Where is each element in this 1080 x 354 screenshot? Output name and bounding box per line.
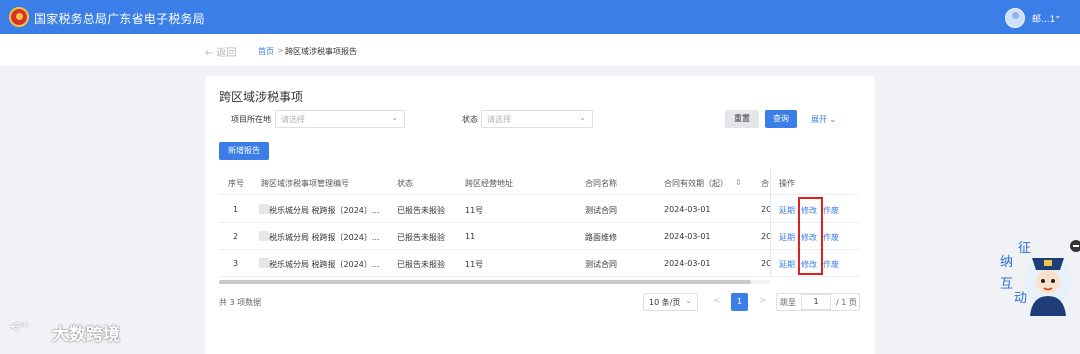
redacted-block bbox=[259, 204, 269, 214]
redacted-block bbox=[259, 231, 269, 241]
watermark-logo-icon: ᗕ⁰⁰ bbox=[10, 320, 29, 334]
row-address: 11号 bbox=[465, 206, 484, 215]
row-index: 3 bbox=[233, 259, 239, 268]
mascot-char: 纳 bbox=[1000, 255, 1013, 270]
row-index: 1 bbox=[233, 205, 239, 214]
prev-page-icon[interactable]: < bbox=[713, 296, 721, 306]
page-size-select[interactable]: 10 条/页 ⌄ bbox=[643, 293, 698, 311]
jump-label: 跳至 bbox=[780, 298, 796, 307]
user-name[interactable]: 邮...1 bbox=[1032, 12, 1055, 25]
total-count: 共 3 项数据 bbox=[219, 298, 262, 307]
row-divider bbox=[219, 276, 860, 277]
expand-filters-link[interactable]: 展开 ⌄ bbox=[811, 114, 836, 125]
row-divider bbox=[219, 249, 860, 250]
row-code: 税乐城分局 税跨报〔2024〕... bbox=[269, 233, 380, 242]
column-header-status: 状态 bbox=[397, 179, 413, 188]
page-number-current[interactable]: 1 bbox=[731, 293, 748, 311]
back-link[interactable]: ← 返回 bbox=[205, 44, 237, 59]
tax-bureau-logo bbox=[9, 7, 29, 27]
total-pages: / 1 页 bbox=[836, 298, 857, 307]
modify-column-highlight bbox=[798, 197, 823, 275]
column-header-contract-name: 合同名称 bbox=[585, 179, 617, 188]
row-status: 已报告未报验 bbox=[397, 233, 445, 242]
close-icon[interactable] bbox=[1070, 240, 1080, 252]
mascot-char: 互 bbox=[1000, 277, 1013, 292]
row-divider bbox=[219, 194, 860, 195]
column-header-validity-end: 合 bbox=[761, 179, 769, 188]
status-select[interactable]: 请选择 ⌄ bbox=[481, 110, 593, 128]
breadcrumb-home-link[interactable]: 首页 bbox=[258, 46, 274, 57]
column-header-validity-start[interactable]: 合同有效期（起） bbox=[664, 178, 728, 189]
row-status: 已报告未报验 bbox=[397, 260, 445, 269]
reset-button[interactable]: 重置 bbox=[725, 110, 759, 128]
breadcrumb-bar bbox=[0, 34, 1080, 66]
void-link[interactable]: 作废 bbox=[823, 259, 839, 270]
column-header-address: 跨区经营地址 bbox=[465, 179, 513, 188]
sort-icon[interactable]: ⇕ bbox=[735, 178, 742, 187]
row-contract-name: 路面维修 bbox=[585, 233, 617, 242]
status-filter-label: 状态 bbox=[462, 115, 478, 124]
column-header-index: 序号 bbox=[228, 179, 244, 188]
page-size-value: 10 条/页 bbox=[649, 298, 681, 307]
add-report-button[interactable]: 新增报告 bbox=[219, 142, 269, 160]
chevron-down-icon: ⌄ bbox=[685, 296, 692, 305]
extend-link[interactable]: 延期 bbox=[779, 259, 795, 270]
breadcrumb-separator: > bbox=[277, 46, 284, 55]
redacted-block bbox=[259, 258, 269, 268]
row-status: 已报告未报验 bbox=[397, 206, 445, 215]
location-select[interactable]: 请选择 ⌄ bbox=[275, 110, 405, 128]
status-select-placeholder: 请选择 bbox=[487, 115, 511, 124]
page-title: 跨区域涉税事项 bbox=[219, 90, 304, 104]
row-contract-name: 测试合同 bbox=[585, 260, 617, 269]
chevron-down-icon: ⌄ bbox=[579, 113, 586, 122]
row-address: 11 bbox=[465, 232, 476, 241]
void-link[interactable]: 作废 bbox=[823, 232, 839, 243]
chevron-down-icon[interactable]: ⌄ bbox=[1054, 11, 1062, 21]
horizontal-scrollbar-thumb[interactable] bbox=[219, 280, 751, 284]
query-button[interactable]: 查询 bbox=[765, 110, 797, 128]
void-link[interactable]: 作废 bbox=[823, 205, 839, 216]
column-header-actions: 操作 bbox=[779, 179, 795, 188]
next-page-icon[interactable]: > bbox=[759, 296, 767, 306]
mascot-char: 征 bbox=[1018, 241, 1031, 256]
row-address: 11号 bbox=[465, 260, 484, 269]
mascot-char: 动 bbox=[1014, 291, 1027, 306]
extend-link[interactable]: 延期 bbox=[779, 232, 795, 243]
fixed-column-divider bbox=[770, 168, 771, 276]
row-validity-start: 2024-03-01 bbox=[664, 232, 711, 241]
row-divider bbox=[219, 222, 860, 223]
row-code: 税乐城分局 税跨报〔2024〕... bbox=[269, 206, 380, 215]
mascot-widget-icon[interactable]: 征 纳 互 动 bbox=[996, 236, 1076, 316]
chevron-down-icon: ⌄ bbox=[391, 113, 398, 122]
row-code: 税乐城分局 税跨报〔2024〕... bbox=[269, 260, 380, 269]
location-select-placeholder: 请选择 bbox=[281, 115, 305, 124]
jump-page-input[interactable]: 1 bbox=[801, 294, 831, 310]
location-filter-label: 项目所在地 bbox=[231, 115, 271, 124]
row-validity-start: 2024-03-01 bbox=[664, 205, 711, 214]
column-header-code: 跨区域涉税事项管理编号 bbox=[261, 179, 349, 188]
user-avatar-icon[interactable] bbox=[1005, 8, 1025, 28]
breadcrumb-current: 跨区域涉税事项报告 bbox=[285, 47, 357, 56]
watermark-text: 大数跨境 bbox=[52, 325, 120, 345]
row-validity-start: 2024-03-01 bbox=[664, 259, 711, 268]
row-contract-name: 测试合同 bbox=[585, 206, 617, 215]
row-index: 2 bbox=[233, 232, 239, 241]
extend-link[interactable]: 延期 bbox=[779, 205, 795, 216]
app-title: 国家税务总局广东省电子税务局 bbox=[34, 12, 205, 26]
